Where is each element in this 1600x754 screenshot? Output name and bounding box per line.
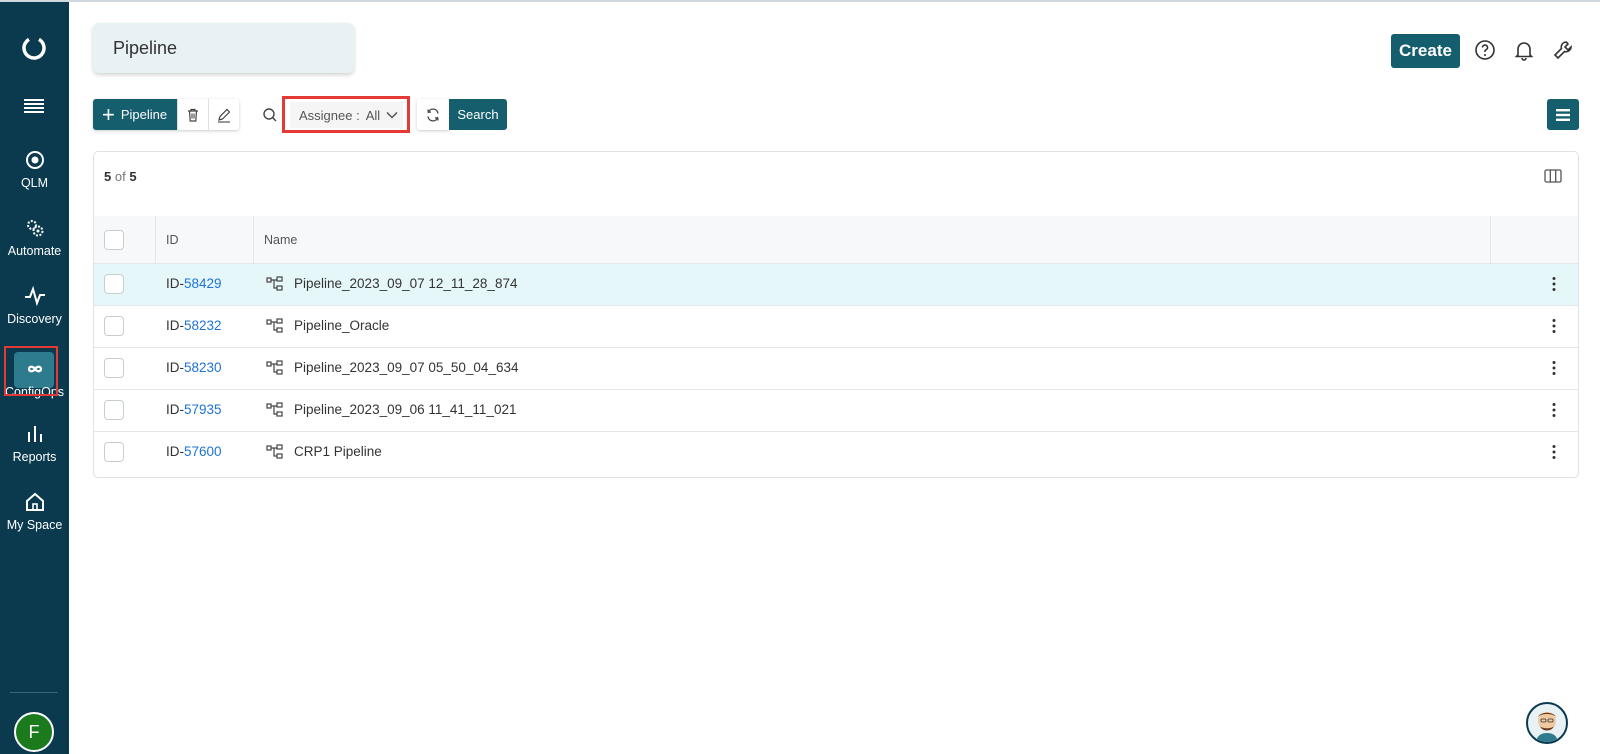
table-row[interactable]: ID-58429 Pipeline_2023_09_07 12_11_28_87… bbox=[94, 264, 1578, 306]
row-id-link[interactable]: ID-57600 bbox=[166, 432, 222, 472]
wrench-icon[interactable] bbox=[1551, 38, 1575, 62]
pipeline-table-card: 5 of 5 ID Name ID-58429 Pipeline_2023_09… bbox=[93, 151, 1579, 478]
bell-icon[interactable] bbox=[1512, 38, 1536, 62]
menu-hamburger-icon[interactable] bbox=[24, 98, 44, 114]
pipeline-icon bbox=[266, 360, 283, 375]
row-name[interactable]: Pipeline_2023_09_07 12_11_28_874 bbox=[294, 264, 517, 304]
bar-chart-icon bbox=[27, 426, 42, 442]
trash-icon bbox=[188, 108, 199, 122]
column-divider bbox=[155, 216, 156, 264]
table-row[interactable]: ID-57600 CRP1 Pipeline bbox=[94, 432, 1578, 474]
pipeline-icon bbox=[266, 318, 283, 333]
row-id-link[interactable]: ID-58230 bbox=[166, 348, 222, 388]
row-name[interactable]: CRP1 Pipeline bbox=[294, 432, 382, 472]
pencil-icon bbox=[218, 108, 231, 123]
more-options-icon[interactable] bbox=[1552, 276, 1556, 292]
automate-gears-icon bbox=[26, 220, 43, 237]
top-border bbox=[0, 0, 1600, 2]
count-shown: 5 bbox=[104, 169, 112, 184]
more-options-icon[interactable] bbox=[1552, 444, 1556, 460]
column-header-name[interactable]: Name bbox=[264, 216, 297, 264]
column-header-id[interactable]: ID bbox=[166, 216, 179, 264]
sidebar-item-reports[interactable]: Reports bbox=[0, 422, 69, 464]
sidebar-item-label: Automate bbox=[7, 244, 62, 258]
row-checkbox[interactable] bbox=[104, 316, 124, 336]
table-header: ID Name bbox=[94, 216, 1578, 264]
count-of: of bbox=[114, 169, 126, 184]
row-checkbox[interactable] bbox=[104, 442, 124, 462]
more-options-icon[interactable] bbox=[1552, 360, 1556, 376]
row-checkbox[interactable] bbox=[104, 274, 124, 294]
count-total: 5 bbox=[129, 169, 137, 184]
assistant-face-icon bbox=[1536, 712, 1558, 742]
sidebar: QLM Automate Discovery ConfigOps Reports bbox=[0, 2, 69, 754]
search-icon[interactable] bbox=[262, 107, 278, 123]
row-checkbox[interactable] bbox=[104, 400, 124, 420]
pipeline-actions-group: + Pipeline bbox=[93, 99, 240, 130]
pipeline-icon bbox=[266, 444, 283, 459]
row-id-link[interactable]: ID-58429 bbox=[166, 264, 222, 304]
sidebar-item-label: Reports bbox=[12, 450, 57, 464]
user-avatar[interactable]: F bbox=[14, 712, 54, 752]
plus-icon: + bbox=[102, 101, 115, 127]
page-title: Pipeline bbox=[93, 23, 354, 73]
home-icon bbox=[25, 492, 44, 511]
row-id-link[interactable]: ID-57935 bbox=[166, 390, 222, 430]
refresh-icon bbox=[427, 107, 439, 122]
row-name[interactable]: Pipeline_Oracle bbox=[294, 306, 389, 346]
sidebar-item-my-space[interactable]: My Space bbox=[0, 490, 69, 532]
search-button[interactable]: Search bbox=[449, 99, 507, 130]
table-row[interactable]: ID-58232 Pipeline_Oracle bbox=[94, 306, 1578, 348]
list-view-button[interactable] bbox=[1547, 99, 1579, 130]
sidebar-item-label: Discovery bbox=[7, 312, 62, 326]
pipeline-icon bbox=[266, 402, 283, 417]
list-view-icon bbox=[1556, 108, 1570, 121]
result-count: 5 of 5 bbox=[104, 169, 137, 184]
qlm-icon bbox=[25, 151, 44, 169]
sidebar-divider bbox=[10, 692, 58, 693]
sidebar-item-qlm[interactable]: QLM bbox=[0, 148, 69, 190]
more-options-icon[interactable] bbox=[1552, 318, 1556, 334]
table-row[interactable]: ID-57935 Pipeline_2023_09_06 11_41_11_02… bbox=[94, 390, 1578, 432]
highlight-box-assignee bbox=[282, 96, 410, 133]
assistant-bot-avatar[interactable] bbox=[1526, 702, 1568, 744]
pipeline-icon bbox=[266, 276, 283, 291]
add-pipeline-button[interactable]: + Pipeline bbox=[93, 99, 178, 130]
column-divider bbox=[253, 216, 254, 264]
row-name[interactable]: Pipeline_2023_09_07 05_50_04_634 bbox=[294, 348, 518, 388]
row-id-link[interactable]: ID-58232 bbox=[166, 306, 222, 346]
delete-button[interactable] bbox=[177, 99, 208, 130]
help-icon[interactable] bbox=[1473, 38, 1497, 62]
table-row[interactable]: ID-58230 Pipeline_2023_09_07 05_50_04_63… bbox=[94, 348, 1578, 390]
sidebar-item-label: My Space bbox=[6, 518, 63, 532]
more-options-icon[interactable] bbox=[1552, 402, 1556, 418]
sidebar-item-discovery[interactable]: Discovery bbox=[0, 284, 69, 326]
row-name[interactable]: Pipeline_2023_09_06 11_41_11_021 bbox=[294, 390, 516, 430]
add-pipeline-label: Pipeline bbox=[120, 107, 168, 122]
sidebar-item-automate[interactable]: Automate bbox=[0, 216, 69, 258]
create-button[interactable]: Create bbox=[1391, 34, 1460, 68]
edit-button[interactable] bbox=[208, 99, 239, 130]
app-logo-icon[interactable] bbox=[20, 34, 48, 62]
pulse-icon bbox=[24, 285, 45, 307]
sidebar-item-label: QLM bbox=[20, 176, 49, 190]
column-divider bbox=[1490, 216, 1491, 264]
select-all-checkbox[interactable] bbox=[104, 230, 124, 250]
refresh-button[interactable] bbox=[417, 99, 449, 130]
columns-icon[interactable] bbox=[1544, 168, 1562, 184]
row-checkbox[interactable] bbox=[104, 358, 124, 378]
highlight-box-configops bbox=[4, 346, 58, 396]
